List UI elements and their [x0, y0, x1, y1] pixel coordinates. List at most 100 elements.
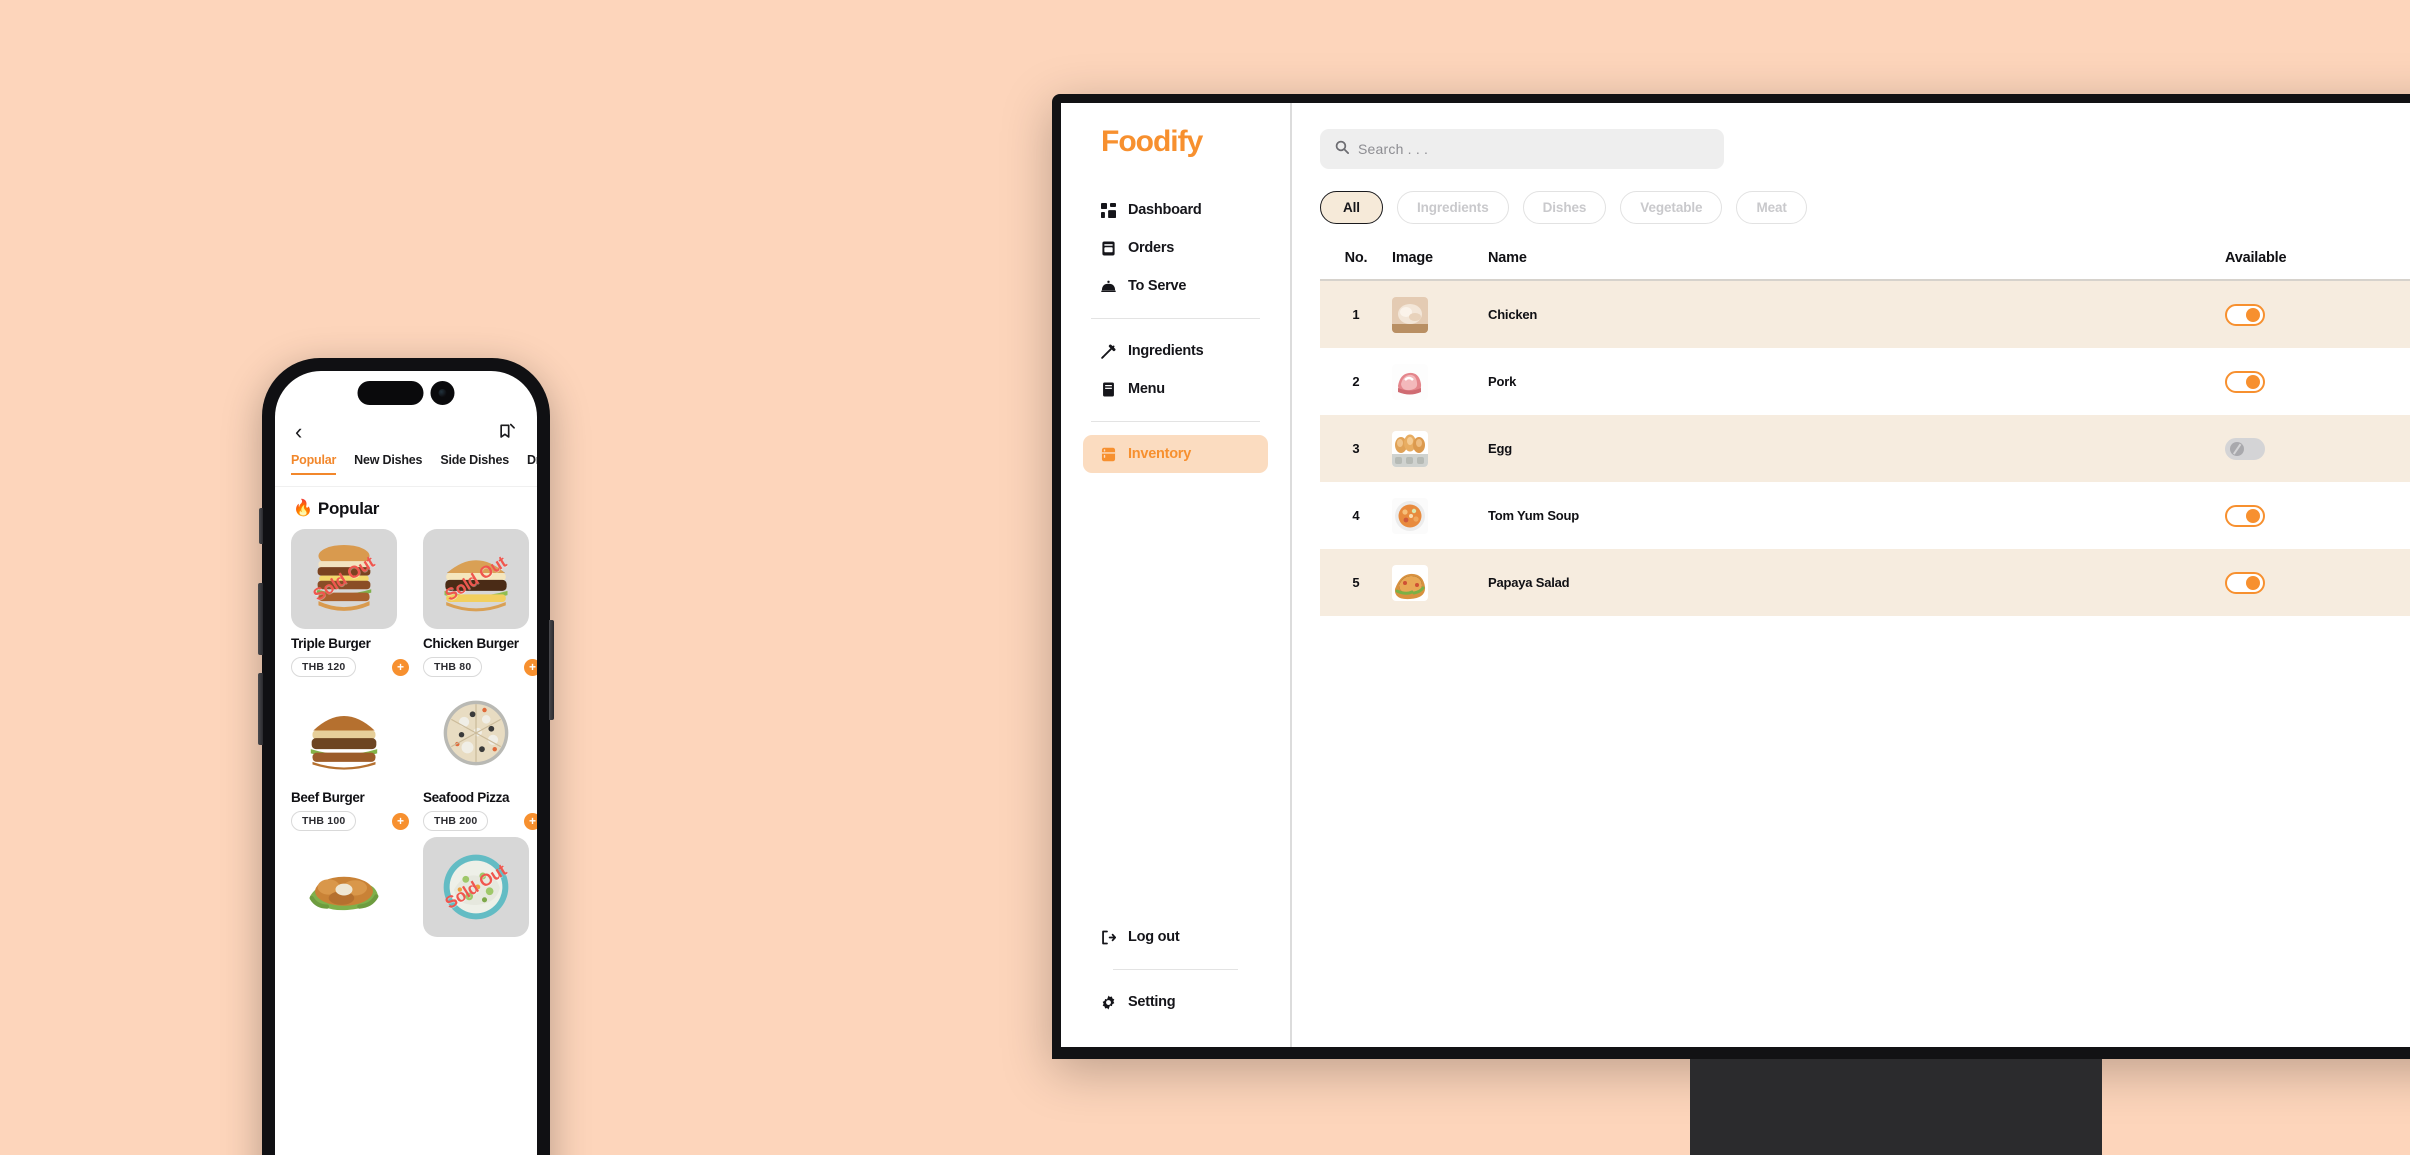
food-price: THB 120 [291, 657, 357, 677]
inventory-table: No. Image Name Available 1 Chicken 2 Por… [1320, 250, 2410, 616]
bookmark-add-icon[interactable] [497, 422, 517, 442]
toggle-knob [2246, 307, 2260, 322]
papaya-thumb-icon [1392, 564, 1428, 601]
sidebar-item-label: Log out [1128, 929, 1180, 945]
front-camera-icon [430, 381, 455, 405]
tab-popular[interactable]: Popular [291, 453, 336, 475]
food-card-fried-chicken[interactable] [291, 837, 409, 944]
sidebar-bottom-group: Log out Setting [1061, 918, 1290, 1047]
add-to-cart-button[interactable]: + [392, 658, 409, 676]
fridge-icon [1101, 447, 1116, 462]
row-thumbnail [1392, 497, 1488, 534]
food-price-row: THB 100 + [291, 811, 409, 831]
section-title: Popular [317, 499, 380, 518]
tab-new-dishes[interactable]: New Dishes [354, 453, 422, 473]
app-main-content: Search . . . All Ingredients Dishes Vege… [1292, 103, 2410, 1047]
phone-power-button[interactable] [549, 620, 554, 720]
availability-toggle[interactable] [2225, 437, 2265, 460]
filter-chip-all[interactable]: All [1320, 191, 1383, 224]
food-image-seafood-pizza [423, 683, 529, 783]
row-number: 1 [1352, 307, 1360, 322]
add-to-cart-button[interactable]: + [524, 658, 537, 676]
table-row[interactable]: 4 Tom Yum Soup [1320, 482, 2410, 549]
tab-drinks[interactable]: Drinks [527, 453, 537, 473]
egg-thumb-icon [1392, 430, 1428, 467]
food-card-triple-burger[interactable]: Sold Out Triple Burger THB 120 + [291, 529, 409, 677]
sidebar-item-inventory[interactable]: Inventory [1083, 435, 1268, 473]
availability-toggle[interactable] [2225, 504, 2265, 527]
table-row[interactable]: 1 Chicken [1320, 281, 2410, 348]
sidebar-item-setting[interactable]: Setting [1083, 983, 1268, 1021]
filter-chip-ingredients[interactable]: Ingredients [1396, 191, 1509, 224]
row-number: 2 [1352, 374, 1360, 389]
table-row[interactable]: 2 Pork [1320, 348, 2410, 415]
phone-silent-switch[interactable] [259, 508, 263, 544]
fire-icon: 🔥 [293, 500, 313, 517]
book-icon [1101, 381, 1116, 397]
dynamic-island [357, 381, 455, 405]
row-number: 4 [1352, 508, 1360, 523]
toggle-knob [2230, 441, 2244, 456]
sidebar-item-ingredients[interactable]: Ingredients [1083, 332, 1268, 370]
search-input[interactable]: Search . . . [1320, 129, 1724, 169]
filter-chip-dishes[interactable]: Dishes [1522, 191, 1607, 224]
sidebar-item-label: Dashboard [1128, 202, 1202, 218]
sidebar-item-label: Setting [1128, 994, 1176, 1010]
fried-chicken-illustration [309, 876, 379, 911]
table-row[interactable]: 5 Papaya Salad [1320, 549, 2410, 616]
pencil-icon [1101, 344, 1116, 359]
food-name: Beef Burger [291, 790, 365, 805]
row-thumbnail [1392, 564, 1488, 601]
beef-burger-illustration [310, 715, 378, 770]
row-name: Chicken [1488, 307, 1538, 322]
sidebar-item-menu[interactable]: Menu [1083, 370, 1268, 408]
sidebar-secondary-group: Ingredients Menu [1061, 332, 1290, 408]
phone-volume-down-button[interactable] [258, 673, 263, 745]
monitor-stand [1690, 1059, 2102, 1155]
chicken-thumb-icon [1392, 296, 1428, 333]
monitor-device: Foodify Dashboard Orders To Serve Ingred… [1052, 94, 2410, 1059]
sidebar-item-to-serve[interactable]: To Serve [1083, 267, 1268, 305]
filter-chip-meat[interactable]: Meat [1736, 191, 1807, 224]
food-card-beef-burger[interactable]: Beef Burger THB 100 + [291, 683, 409, 831]
sidebar-item-logout[interactable]: Log out [1083, 918, 1268, 956]
phone-screen: ‹ Popular New Dishes Side Dishes Drinks … [275, 371, 537, 1155]
cloche-icon [1101, 279, 1116, 294]
chevron-left-icon[interactable]: ‹ [295, 421, 302, 443]
row-thumbnail [1392, 430, 1488, 467]
sidebar-divider-2 [1091, 421, 1260, 422]
row-name: Tom Yum Soup [1488, 508, 1580, 523]
filter-chip-vegetable[interactable]: Vegetable [1620, 191, 1723, 224]
phone-category-tabs[interactable]: Popular New Dishes Side Dishes Drinks [275, 453, 537, 487]
row-available-cell [2225, 303, 2410, 326]
row-available-cell [2225, 571, 2410, 594]
sidebar-item-orders[interactable]: Orders [1083, 229, 1268, 267]
popular-section-header: 🔥 Popular [293, 499, 379, 519]
availability-toggle[interactable] [2225, 303, 2265, 326]
tab-side-dishes[interactable]: Side Dishes [440, 453, 509, 473]
food-card-fried-rice[interactable]: Sold Out [423, 837, 537, 944]
toggle-knob [2246, 508, 2260, 523]
add-to-cart-button[interactable]: + [392, 812, 409, 830]
seafood-pizza-illustration [443, 700, 509, 766]
column-header-image: Image [1392, 250, 1433, 266]
availability-toggle[interactable] [2225, 370, 2265, 393]
sidebar-item-dashboard[interactable]: Dashboard [1083, 191, 1268, 229]
tomyum-thumb-icon [1392, 497, 1428, 534]
phone-device: ‹ Popular New Dishes Side Dishes Drinks … [258, 358, 554, 1155]
table-row[interactable]: 3 Egg [1320, 415, 2410, 482]
brand-logo: Foodify [1101, 125, 1203, 158]
food-name: Chicken Burger [423, 636, 519, 651]
monitor-screen: Foodify Dashboard Orders To Serve Ingred… [1061, 103, 2410, 1047]
food-name: Seafood Pizza [423, 790, 510, 805]
phone-volume-up-button[interactable] [258, 583, 263, 655]
column-header-no: No. [1344, 250, 1368, 266]
food-card-seafood-pizza[interactable]: Seafood Pizza THB 200 + [423, 683, 537, 831]
availability-toggle[interactable] [2225, 571, 2265, 594]
food-price-row: THB 120 + [291, 657, 409, 677]
food-card-chicken-burger[interactable]: Sold Out Chicken Burger THB 80 + [423, 529, 537, 677]
sidebar-tertiary-group: Inventory [1061, 435, 1290, 473]
table-header-row: No. Image Name Available [1320, 250, 2410, 281]
dynamic-island-pill [357, 381, 424, 405]
add-to-cart-button[interactable]: + [524, 812, 537, 830]
